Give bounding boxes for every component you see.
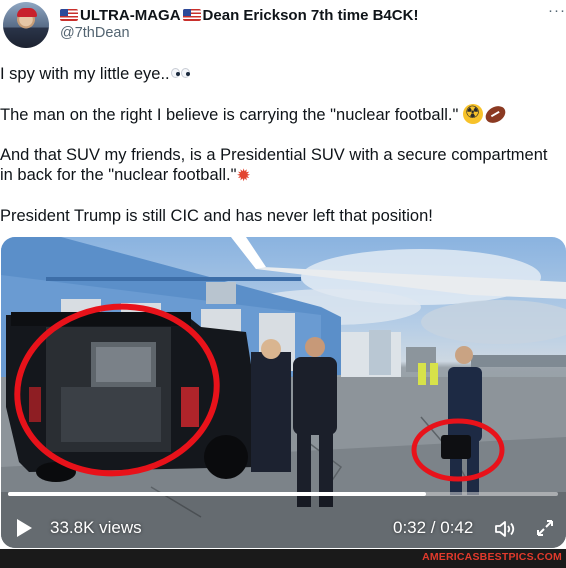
tweet-paragraph-2-text: The man on the right I believe is carryi… <box>0 106 459 124</box>
display-name-part2: Dean Erickson 7th time B4CK! <box>202 6 419 24</box>
video-frame <box>1 237 566 548</box>
display-name-row[interactable]: ULTRA-MAGA Dean Erickson 7th time B4CK! <box>60 5 418 25</box>
tweet-paragraph-3: And that SUV my friends, is a Presidenti… <box>0 145 560 186</box>
view-count: 33.8K views <box>50 518 142 537</box>
tweet-paragraph-4: President Trump is still CIC and has nev… <box>0 206 560 226</box>
us-flag-icon <box>182 9 201 21</box>
volume-icon[interactable] <box>494 519 518 539</box>
tweet-header: ULTRA-MAGA Dean Erickson 7th time B4CK! … <box>0 0 566 56</box>
football-icon <box>482 102 509 127</box>
avatar[interactable] <box>3 2 49 48</box>
video-progress-fill <box>8 492 426 496</box>
tweet-paragraph-1-text: I spy with my little eye.. <box>0 65 170 83</box>
tweet-text: I spy with my little eye.. The man on th… <box>0 64 560 246</box>
watermark-text: AMERICASBESTPICS.COM <box>422 551 562 563</box>
user-handle[interactable]: @7thDean <box>60 25 130 41</box>
tweet-paragraph-2: The man on the right I believe is carryi… <box>0 102 560 127</box>
tweet-paragraph-1: I spy with my little eye.. <box>0 64 560 84</box>
eyes-icon <box>170 67 192 79</box>
display-name-part1: ULTRA-MAGA <box>80 6 181 24</box>
play-icon[interactable] <box>17 519 32 537</box>
video-progress-bar[interactable] <box>8 492 558 496</box>
watermark-bar: AMERICASBESTPICS.COM <box>0 549 566 568</box>
collision-icon: ✹ <box>236 166 251 185</box>
us-flag-icon <box>60 9 78 21</box>
video-time: 0:32 / 0:42 <box>393 518 474 537</box>
radioactive-icon <box>462 103 483 124</box>
tweet-paragraph-4-text: President Trump is still CIC and has nev… <box>0 207 433 225</box>
expand-icon[interactable] <box>535 518 555 538</box>
tweet-paragraph-3-text: And that SUV my friends, is a Presidenti… <box>0 146 548 184</box>
video-player[interactable] <box>1 237 566 548</box>
more-options-icon[interactable]: ··· <box>548 3 566 18</box>
avatar-cap <box>17 8 37 17</box>
